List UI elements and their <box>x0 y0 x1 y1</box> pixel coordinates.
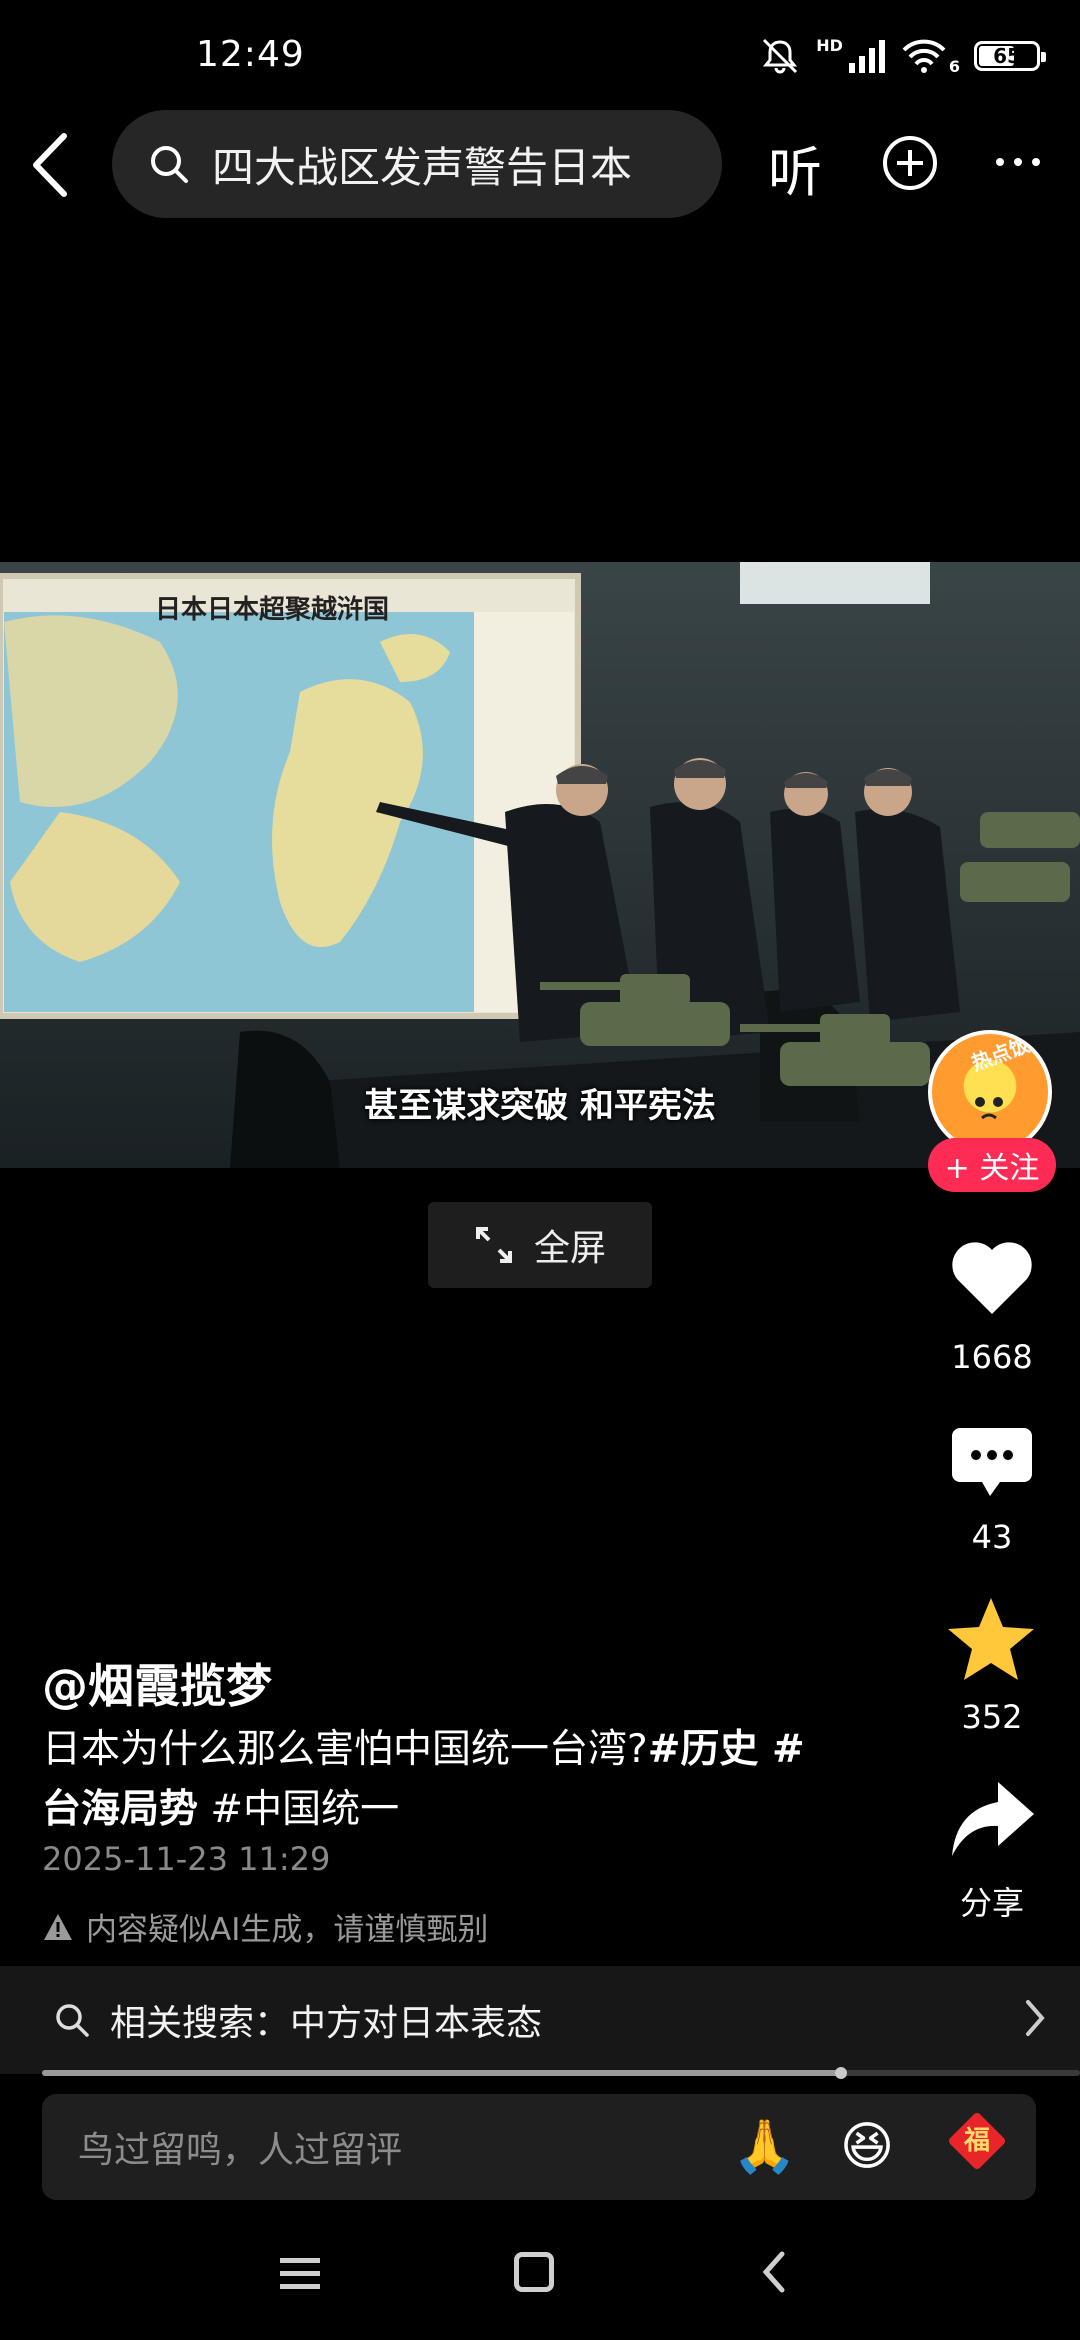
ai-warning: 内容疑似AI生成，请谨慎甄别 <box>42 1904 488 1949</box>
comment-input[interactable]: 鸟过留鸣，人过留评 🙏 😆 福 <box>42 2094 1036 2200</box>
avatar-face-icon <box>975 1097 1003 1120</box>
post-caption: 日本为什么那么害怕中国统一台湾?#历史 # 台海局势 #中国统一 <box>42 1720 862 1840</box>
wifi-label: 6 <box>948 57 960 76</box>
author-name[interactable]: @烟霞揽梦 <box>42 1650 272 1716</box>
home-icon[interactable] <box>514 2252 554 2292</box>
search-icon <box>56 2004 89 2037</box>
hashtag-unification[interactable]: #中国统一 <box>210 1787 399 1832</box>
back-icon[interactable] <box>760 2250 788 2294</box>
caption-text: 日本为什么那么害怕中国统一台湾? <box>42 1727 648 1772</box>
progress-knob[interactable] <box>835 2067 848 2079</box>
status-time: 12:49 <box>196 34 305 75</box>
hashtag-history[interactable]: #历史 # <box>648 1727 805 1772</box>
wifi-icon <box>902 39 946 73</box>
follow-button[interactable]: + 关注 <box>928 1138 1056 1192</box>
map-title: 日本日本超聚越浒国 <box>155 594 389 625</box>
comment-placeholder: 鸟过留鸣，人过留评 <box>78 2130 403 2171</box>
warning-icon <box>44 1913 72 1940</box>
status-icons: HD 6 65 <box>758 36 1046 76</box>
like-count: 1668 <box>951 1338 1033 1376</box>
expand-icon <box>475 1227 512 1263</box>
listen-button[interactable]: 听 <box>768 128 822 207</box>
search-input[interactable]: 四大战区发声警告日本 <box>112 110 722 218</box>
comment-count: 43 <box>971 1518 1013 1556</box>
like-heart-icon[interactable] <box>950 1240 1034 1316</box>
more-icon[interactable] <box>994 156 1042 168</box>
search-query: 四大战区发声警告日本 <box>212 142 633 192</box>
laugh-emoji-button[interactable]: 😆 <box>836 2116 898 2178</box>
related-search-label: 相关搜索：中方对日本表态 <box>110 2003 543 2044</box>
video-progress[interactable] <box>42 2067 1080 2079</box>
signal-icon <box>848 40 885 73</box>
back-arrow-icon[interactable] <box>24 128 78 202</box>
plus-circle-icon[interactable] <box>882 135 938 191</box>
fu-sticker-label: 福 <box>963 2126 990 2156</box>
share-label: 分享 <box>959 1884 1024 1922</box>
comment-icon[interactable] <box>950 1424 1034 1500</box>
mute-bell-icon <box>763 38 798 74</box>
share-arrow-icon[interactable] <box>948 1780 1036 1860</box>
progress-fill <box>42 2070 842 2076</box>
battery-icon: 65 <box>974 41 1046 71</box>
pray-emoji-button[interactable]: 🙏 <box>732 2116 797 2178</box>
related-search[interactable]: 相关搜索：中方对日本表态 <box>0 1966 1080 2074</box>
chevron-right-icon <box>1026 2000 1045 2036</box>
post-date: 2025-11-23 11:29 <box>42 1840 331 1878</box>
network-label: HD <box>816 36 843 55</box>
search-icon <box>151 146 188 183</box>
hashtag-taiwan-strait[interactable]: 台海局势 <box>42 1787 198 1832</box>
fullscreen-button[interactable]: 全屏 <box>428 1202 652 1288</box>
video-subtitle: 甚至谋求突破 和平宪法 <box>364 1086 716 1126</box>
favorite-star-icon[interactable] <box>946 1596 1036 1682</box>
favorite-count: 352 <box>961 1698 1023 1736</box>
ai-warning-text: 内容疑似AI生成，请谨慎甄别 <box>86 1912 489 1948</box>
battery-level: 65 <box>993 44 1021 68</box>
menu-icon[interactable] <box>280 2256 320 2292</box>
author-avatar[interactable]: 热点饭 <box>928 1030 1052 1154</box>
fullscreen-label: 全屏 <box>533 1228 606 1269</box>
